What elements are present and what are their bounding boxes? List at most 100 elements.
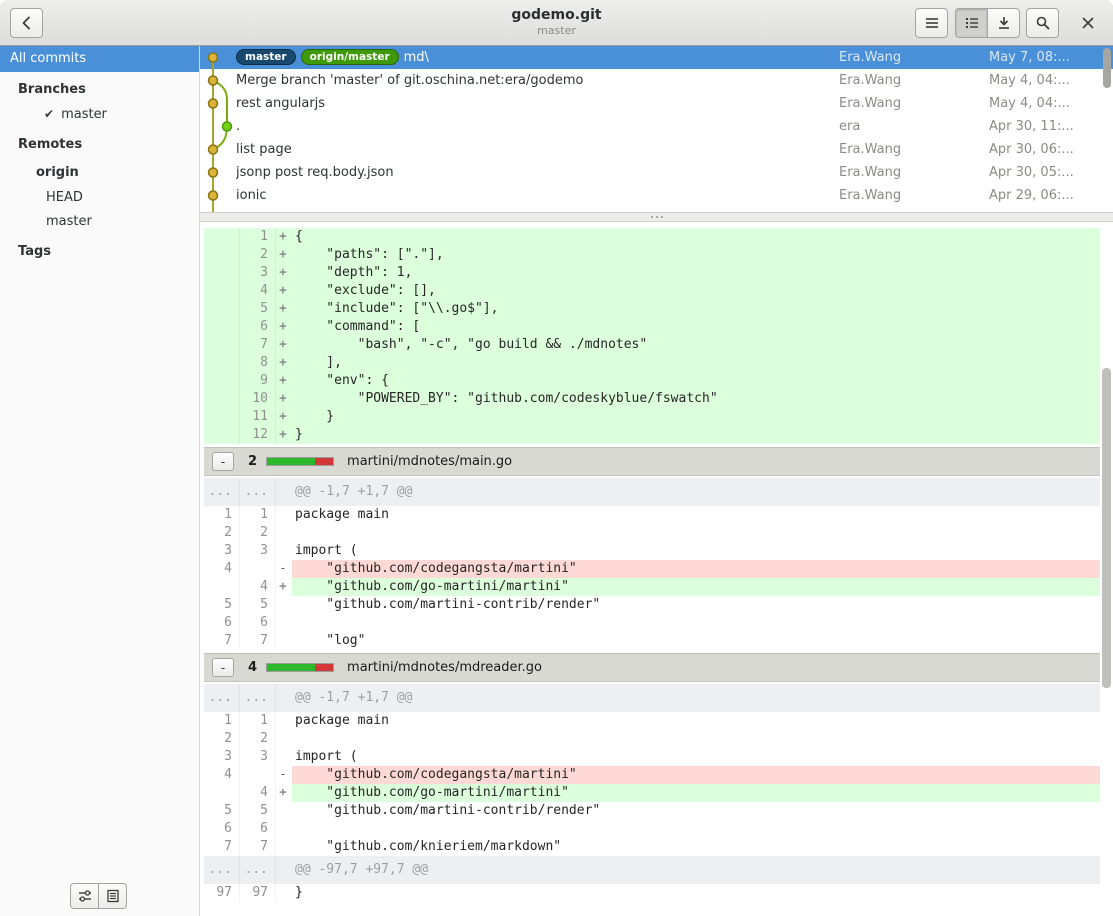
commit-message-cell: Merge branch 'master' of git.oschina.net…: [236, 69, 839, 92]
sidebar-item-all-commits[interactable]: All commits: [0, 46, 199, 72]
new-line-number: 10: [240, 390, 276, 408]
new-line-number: 2: [240, 246, 276, 264]
commit-message: jsonp post req.body.json: [236, 165, 394, 180]
diff-marker: [276, 884, 292, 902]
old-line-number: ...: [204, 478, 240, 506]
diff-text: [292, 524, 1100, 542]
new-line-number: 4: [240, 578, 276, 596]
diff-marker: [276, 596, 292, 614]
diff-text: "github.com/codegangsta/martini": [292, 766, 1100, 784]
diff-marker: +: [276, 228, 292, 246]
hamburger-menu-icon: [924, 15, 940, 31]
diff-line: 1+{: [204, 228, 1100, 246]
commit-message-cell: list page: [236, 138, 839, 161]
sidebar-item-origin-head[interactable]: HEAD: [0, 186, 199, 210]
commit-date: Apr 30, 06:...: [989, 138, 1097, 161]
diff-scrollbar[interactable]: [1102, 368, 1111, 688]
diff-text: @@ -97,7 +97,7 @@: [292, 856, 1100, 884]
old-line-number: [204, 336, 240, 354]
diff-line: 77 "github.com/knieriem/markdown": [204, 838, 1100, 856]
new-line-number: 9: [240, 372, 276, 390]
diff-line: 10+ "POWERED_BY": "github.com/codeskyblu…: [204, 390, 1100, 408]
diff-text: "github.com/go-martini/martini": [292, 578, 1100, 596]
diff-line: 55 "github.com/martini-contrib/render": [204, 802, 1100, 820]
old-line-number: 2: [204, 730, 240, 748]
diff-file-header[interactable]: -2martini/mdnotes/main.go: [204, 447, 1100, 476]
new-line-number: 5: [240, 300, 276, 318]
ref-badge: origin/master: [301, 49, 399, 65]
sidebar-item-remote-origin[interactable]: origin: [0, 160, 199, 186]
diff-text: "paths": ["."],: [292, 246, 1100, 264]
sliders-icon: [77, 888, 93, 904]
diff-marker: +: [276, 372, 292, 390]
list-view-button[interactable]: [955, 8, 988, 38]
dash-settings-button[interactable]: [70, 883, 99, 909]
sidebar-section-branches: Branches: [0, 72, 199, 101]
file-stat-bar: [266, 457, 334, 466]
list-mode-button[interactable]: [98, 883, 127, 909]
new-line-number: 1: [240, 712, 276, 730]
stat-added-segment: [267, 458, 315, 465]
old-line-number: [204, 372, 240, 390]
diff-line: 66: [204, 614, 1100, 632]
sidebar-item-origin-master[interactable]: master: [0, 210, 199, 234]
collapse-file-button[interactable]: -: [212, 452, 234, 471]
commit-row[interactable]: ionicEra.WangApr 29, 06:...: [200, 184, 1113, 207]
close-window-button[interactable]: [1075, 8, 1101, 38]
back-button[interactable]: [10, 8, 43, 38]
old-line-number: [204, 246, 240, 264]
new-line-number: 4: [240, 282, 276, 300]
old-line-number: [204, 228, 240, 246]
diff-line: 11package main: [204, 712, 1100, 730]
new-line-number: 7: [240, 336, 276, 354]
old-line-number: ...: [204, 856, 240, 884]
old-line-number: [204, 318, 240, 336]
diff-text: }: [292, 426, 1100, 444]
diff-file-name: martini/mdnotes/main.go: [347, 454, 512, 469]
gitg-window: godemo.git master: [0, 0, 1113, 916]
search-button[interactable]: [1026, 8, 1059, 38]
diff-line: 3+ "depth": 1,: [204, 264, 1100, 282]
diff-marker: +: [276, 784, 292, 802]
sidebar-item-branch-master[interactable]: ✔master: [0, 101, 199, 127]
diff-marker: [276, 614, 292, 632]
diff-marker: +: [276, 578, 292, 596]
collapse-file-button[interactable]: -: [212, 658, 234, 677]
menu-button[interactable]: [915, 8, 948, 38]
diff-line: 4- "github.com/codegangsta/martini": [204, 560, 1100, 578]
commit-date: May 4, 04:...: [989, 92, 1097, 115]
diff-marker: [276, 684, 292, 712]
diff-line: 12+}: [204, 426, 1100, 444]
commit-message-cell: ionic: [236, 184, 839, 207]
commit-row[interactable]: Merge branch 'master' of git.oschina.net…: [200, 69, 1113, 92]
diff-text: ],: [292, 354, 1100, 372]
commit-row[interactable]: masterorigin/mastermd\Era.WangMay 7, 08:…: [200, 46, 1113, 69]
pane-splitter[interactable]: [200, 212, 1113, 222]
file-stat-bar: [266, 663, 334, 672]
diff-file-header[interactable]: -4martini/mdnotes/mdreader.go: [204, 653, 1100, 682]
new-line-number: 3: [240, 264, 276, 282]
commit-row[interactable]: .eraApr 30, 11:...: [200, 115, 1113, 138]
sidebar: All commits Branches ✔master Remotes ori…: [0, 46, 200, 916]
header-bar: godemo.git master: [0, 0, 1113, 46]
diff-line: 22: [204, 730, 1100, 748]
close-icon: [1081, 16, 1095, 30]
new-line-number: 3: [240, 542, 276, 560]
commit-author: Era.Wang: [839, 184, 989, 207]
sidebar-section-tags: Tags: [0, 234, 199, 263]
old-line-number: 97: [204, 884, 240, 902]
diff-marker: [276, 478, 292, 506]
diff-marker: +: [276, 318, 292, 336]
commit-row[interactable]: list pageEra.WangApr 30, 06:...: [200, 138, 1113, 161]
new-line-number: 4: [240, 784, 276, 802]
document-list-icon: [105, 888, 121, 904]
diff-marker: -: [276, 560, 292, 578]
commit-view-button[interactable]: [987, 8, 1020, 38]
old-line-number: 4: [204, 560, 240, 578]
commit-row[interactable]: rest angularjsEra.WangMay 4, 04:...: [200, 92, 1113, 115]
diff-marker: [276, 748, 292, 766]
diff-line: 33import (: [204, 542, 1100, 560]
new-line-number: 2: [240, 730, 276, 748]
commit-row[interactable]: jsonp post req.body.jsonEra.WangApr 30, …: [200, 161, 1113, 184]
commit-list-scrollbar[interactable]: [1103, 48, 1111, 88]
